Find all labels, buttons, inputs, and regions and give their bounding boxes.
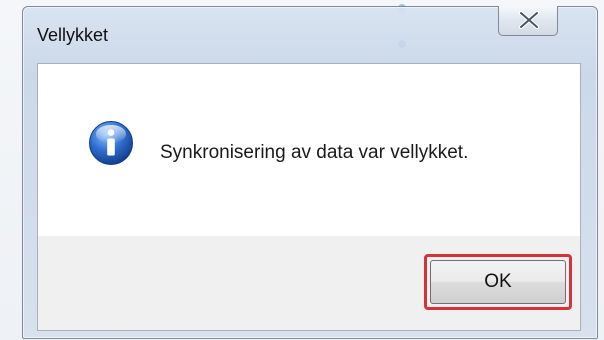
close-button[interactable] [498,6,558,36]
dialog-title: Vellykket [37,25,109,45]
ok-button[interactable]: OK [430,260,566,304]
information-icon [89,121,133,165]
close-x-icon [519,11,539,29]
dialog-content: Synkronisering av data var vellykket. OK [37,63,581,331]
message-area: Synkronisering av data var vellykket. [38,64,580,236]
message-text: Synkronisering av data var vellykket. [160,142,469,163]
message-dialog: Vellykket Synkronisering av data var vel… [22,6,598,339]
